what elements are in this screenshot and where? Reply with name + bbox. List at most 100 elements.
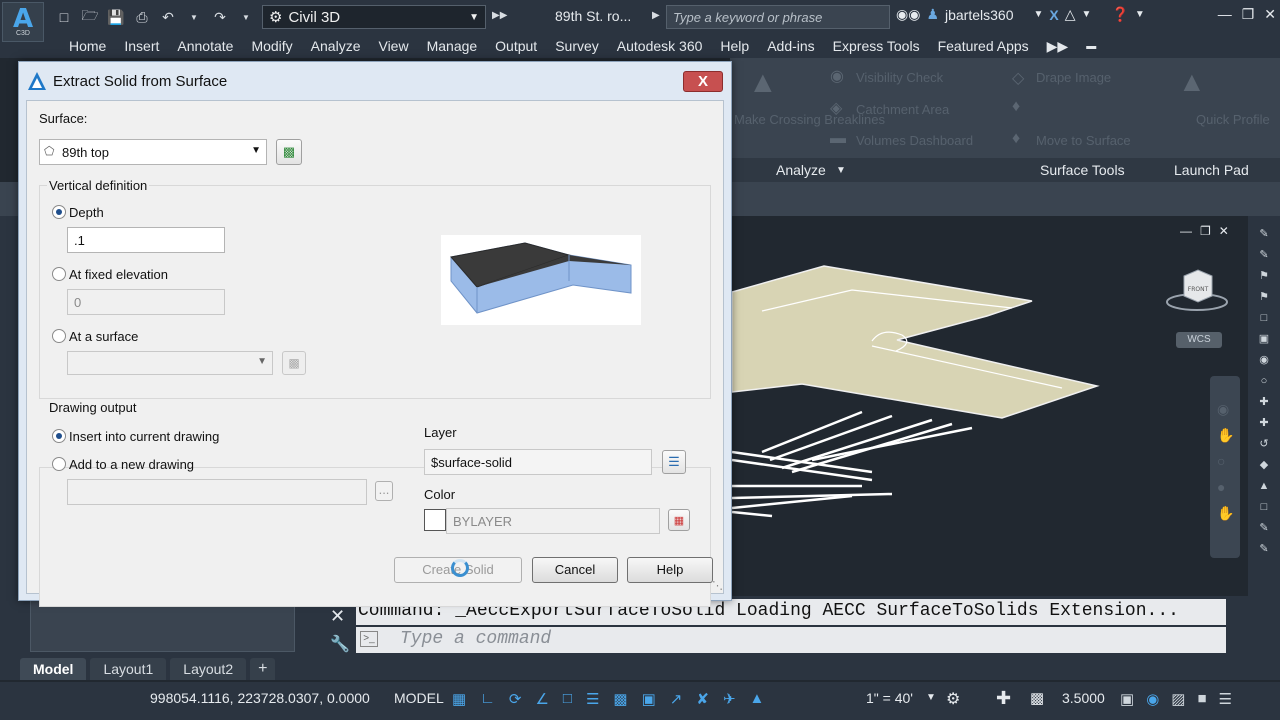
binoculars-icon[interactable]: ◉◉ [896, 6, 920, 23]
transparency-icon[interactable]: ▩ [613, 690, 627, 708]
panel-surface-tools[interactable]: Surface Tools [1040, 162, 1125, 178]
chevron-down-icon[interactable]: ▼ [1135, 9, 1145, 20]
3d-osnap-icon[interactable]: ↗ [670, 690, 683, 708]
ribbon-catchment-area[interactable]: Catchment Area [856, 102, 949, 117]
menu-manage[interactable]: Manage [418, 38, 487, 54]
tool-icon-10[interactable]: ✚ [1256, 415, 1272, 431]
menu-output[interactable]: Output [486, 38, 546, 54]
layer-input[interactable]: $surface-solid [424, 449, 652, 475]
tool-icon-3[interactable]: ⚑ [1256, 268, 1272, 284]
menu-help[interactable]: Help [711, 38, 758, 54]
annotation-scale-icon[interactable]: ✈ [723, 690, 736, 708]
fixed-elevation-input[interactable]: 0 [67, 289, 225, 315]
coordinates-readout[interactable]: 998054.1116, 223728.0307, 0.0000 [150, 690, 370, 706]
isolate-icon[interactable]: ▣ [1120, 690, 1134, 708]
layer-button[interactable]: ☰ [662, 450, 686, 474]
tool-icon-8[interactable]: ○ [1256, 373, 1272, 389]
grid-snap-icon[interactable]: ▦ [452, 690, 466, 708]
model-space-toggle[interactable]: MODEL [394, 690, 444, 706]
menu-view[interactable]: View [369, 38, 417, 54]
depth-input[interactable]: .1 [67, 227, 225, 253]
menu-survey[interactable]: Survey [546, 38, 608, 54]
tool-icon-1[interactable]: ✎ [1256, 226, 1272, 242]
hardware-accel-icon[interactable]: ◉ [1146, 690, 1159, 708]
new-icon[interactable]: □ [52, 6, 76, 28]
viewport-minimize-icon[interactable]: — [1180, 224, 1192, 238]
tool-icon-11[interactable]: ↺ [1256, 436, 1272, 452]
tool-icon-5[interactable]: □ [1256, 310, 1272, 326]
fullscreen-icon[interactable]: ■ [1197, 690, 1206, 708]
at-surface-select[interactable]: ▼ [67, 351, 273, 375]
clean-screen-icon[interactable]: ▨ [1171, 690, 1185, 708]
play-icon[interactable]: ▶ [652, 10, 660, 21]
expand-icon[interactable]: ▶▶ [492, 10, 507, 21]
dialog-title-bar[interactable]: Extract Solid from Surface [19, 62, 731, 100]
ribbon-move-to-surface[interactable]: Move to Surface [1036, 133, 1131, 148]
tab-layout2[interactable]: Layout2 [170, 658, 247, 680]
at-surface-radio[interactable] [52, 329, 66, 343]
isodraft-icon[interactable]: ∠ [535, 690, 548, 708]
close-icon[interactable]: ✕ [1264, 6, 1276, 23]
plus-icon[interactable]: ✚ [996, 688, 1011, 709]
ribbon-volumes-dashboard[interactable]: Volumes Dashboard [856, 133, 973, 148]
wcs-badge[interactable]: WCS [1176, 332, 1222, 348]
annotation-visibility-icon[interactable]: ▲ [750, 690, 765, 708]
navigation-bar[interactable]: ◉ ✋ ○ ● ✋ [1210, 376, 1240, 558]
add-new-drawing-radio[interactable] [52, 457, 66, 471]
workspace-switcher[interactable]: ⚙ Civil 3D ▼ [262, 5, 486, 29]
redo-icon[interactable]: ↷ [208, 6, 232, 28]
chevron-down-icon[interactable]: ▼ [836, 165, 846, 176]
tool-icon-13[interactable]: ▲ [1256, 478, 1272, 494]
open-icon[interactable]: 🗁 [78, 6, 102, 28]
chevron-down-icon[interactable]: ▼ [1034, 9, 1044, 20]
resize-grip-icon[interactable]: ⋱ [712, 579, 723, 592]
dialog-close-button[interactable]: X [683, 71, 723, 92]
insert-current-radio[interactable] [52, 429, 66, 443]
customize-icon[interactable]: ☰ [1219, 690, 1232, 708]
viewport-restore-icon[interactable]: ❐ [1200, 224, 1211, 238]
new-drawing-path-input[interactable] [67, 479, 367, 505]
tool-icon-2[interactable]: ✎ [1256, 247, 1272, 263]
viewcube[interactable]: FRONT [1166, 266, 1228, 316]
tool-icon-15[interactable]: ✎ [1256, 520, 1272, 536]
redo-dropdown-icon[interactable]: ▼ [234, 6, 258, 28]
menu-express-tools[interactable]: Express Tools [824, 38, 929, 54]
help-icon[interactable]: ❓ [1111, 6, 1128, 23]
ribbon-visibility-check[interactable]: Visibility Check [856, 70, 943, 85]
tool-icon-9[interactable]: ✚ [1256, 394, 1272, 410]
add-layout-button[interactable]: + [250, 658, 276, 680]
toggle-icon[interactable]: ▬ [1077, 41, 1105, 52]
tab-layout1[interactable]: Layout1 [90, 658, 167, 680]
wrench-icon[interactable]: 🔧 [330, 634, 350, 654]
polar-icon[interactable]: ⟳ [509, 690, 522, 708]
undo-icon[interactable]: ↶ [156, 6, 180, 28]
menu-annotate[interactable]: Annotate [168, 38, 242, 54]
prompt-icon[interactable]: >_ [360, 631, 378, 647]
menu-modify[interactable]: Modify [242, 38, 301, 54]
layers-icon[interactable]: ▩ [1030, 689, 1044, 707]
lineweight-icon[interactable]: ☰ [586, 690, 599, 708]
undo-dropdown-icon[interactable]: ▼ [182, 6, 206, 28]
pick-surface-button[interactable]: ▩ [276, 139, 302, 165]
fixed-elevation-radio[interactable] [52, 267, 66, 281]
cancel-button[interactable]: Cancel [532, 557, 618, 583]
status-value[interactable]: 3.5000 [1062, 690, 1105, 706]
exchange-icon[interactable]: X [1049, 7, 1058, 23]
ribbon-quick-profile[interactable]: Quick Profile [1196, 112, 1270, 127]
browse-button[interactable]: ... [375, 481, 393, 501]
menu-home[interactable]: Home [60, 38, 115, 54]
application-menu-button[interactable]: A C3D [2, 2, 44, 42]
osnap-icon[interactable]: □ [563, 690, 572, 708]
menu-featured-apps[interactable]: Featured Apps [929, 38, 1038, 54]
viewport-close-icon[interactable]: ✕ [1219, 224, 1229, 238]
close-icon[interactable]: ✕ [330, 606, 345, 627]
gear-icon[interactable]: ⚙ [946, 689, 960, 709]
print-icon[interactable]: ⎙ [130, 6, 154, 28]
menu-autodesk-360[interactable]: Autodesk 360 [608, 38, 712, 54]
menu-add-ins[interactable]: Add-ins [758, 38, 823, 54]
help-button[interactable]: Help [627, 557, 713, 583]
username[interactable]: jbartels360 [945, 7, 1014, 23]
surface-select[interactable]: ⬠ 89th top ▼ [39, 139, 267, 165]
color-input[interactable]: BYLAYER [446, 508, 660, 534]
tool-icon-12[interactable]: ◆ [1256, 457, 1272, 473]
